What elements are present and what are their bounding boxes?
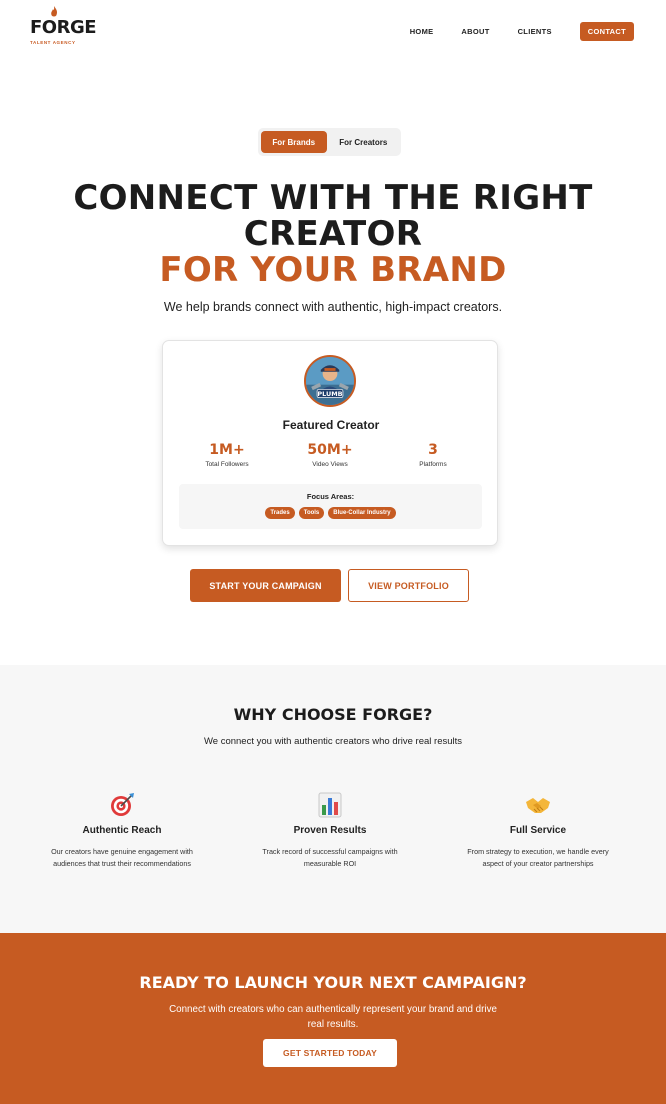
logo-wordmark: FORGE (30, 17, 97, 38)
feature-full-service: Full Service From strategy to execution,… (448, 792, 628, 870)
creator-avatar[interactable]: PLUMB (304, 355, 356, 407)
target-icon (111, 793, 134, 816)
tag-trades: Trades (265, 507, 295, 519)
avatar-badge-text: PLUMB (317, 390, 342, 398)
get-started-button[interactable]: GET STARTED TODAY (263, 1039, 397, 1067)
why-subtitle: We connect you with authentic creators w… (203, 736, 463, 747)
card-title: Featured Creator (282, 418, 380, 432)
why-choose-section: WHY CHOOSE FORGE? We connect you with au… (0, 665, 666, 933)
feature-title: Full Service (509, 825, 567, 836)
stat-label: Platforms (419, 461, 447, 468)
forge-logo[interactable]: FORGE TALENT AGENCY (30, 6, 97, 48)
hero-subtitle: We help brands connect with authentic, h… (163, 300, 503, 314)
tag-tools: Tools (298, 507, 325, 519)
stat-value: 3 (428, 442, 438, 458)
focus-areas-box: Focus Areas: Trades Tools Blue-Collar In… (179, 484, 482, 529)
hero-headline-line2: CREATOR (243, 214, 423, 254)
feature-description: From strategy to execution, we handle ev… (467, 847, 609, 868)
feature-title: Authentic Reach (82, 825, 162, 836)
nav-contact-button[interactable]: CONTACT (579, 22, 634, 41)
toggle-for-creators[interactable]: For Creators (329, 131, 398, 153)
stat-total-followers: 1M+ Total Followers (172, 441, 282, 468)
feature-title: Proven Results (293, 825, 367, 836)
audience-toggle: For Brands For Creators (258, 128, 401, 156)
nav-about[interactable]: ABOUT (461, 27, 489, 36)
feature-proven-results: Proven Results Track record of successfu… (240, 792, 420, 870)
hero-headline-accent: FOR YOUR BRAND (159, 250, 507, 290)
start-campaign-button[interactable]: START YOUR CAMPAIGN (190, 569, 341, 602)
toggle-for-brands[interactable]: For Brands (261, 131, 327, 153)
why-title: WHY CHOOSE FORGE? (233, 705, 433, 724)
stat-value: 1M+ (209, 442, 245, 458)
focus-tags: Trades Tools Blue-Collar Industry (179, 507, 482, 519)
view-portfolio-button[interactable]: VIEW PORTFOLIO (348, 569, 469, 602)
feature-description: Our creators have genuine engagement wit… (51, 847, 193, 868)
stat-value: 50M+ (307, 442, 353, 458)
focus-areas-title: Focus Areas: (306, 492, 355, 501)
stat-label: Total Followers (205, 461, 249, 468)
main-nav: HOME ABOUT CLIENTS CONTACT (410, 22, 634, 41)
feature-authentic-reach: Authentic Reach Our creators have genuin… (32, 792, 212, 870)
plumber-mascot-avatar-icon: PLUMB (306, 357, 354, 405)
stat-platforms: 3 Platforms (378, 441, 488, 468)
nav-clients[interactable]: CLIENTS (518, 27, 552, 36)
nav-home[interactable]: HOME (410, 27, 434, 36)
launch-campaign-section: READY TO LAUNCH YOUR NEXT CAMPAIGN? Conn… (0, 933, 666, 1104)
stat-video-views: 50M+ Video Views (275, 441, 385, 468)
stat-label: Video Views (312, 461, 348, 468)
hero-headline-line1: CONNECT WITH THE RIGHT (73, 178, 593, 218)
launch-title: READY TO LAUNCH YOUR NEXT CAMPAIGN? (139, 973, 527, 992)
site-header: FORGE TALENT AGENCY HOME ABOUT CLIENTS C… (0, 0, 666, 64)
tag-blue-collar: Blue-Collar Industry (328, 507, 396, 519)
featured-creator-card: PLUMB Featured Creator 1M+ Total Followe… (162, 340, 498, 546)
handshake-icon (526, 798, 550, 813)
logo-tagline: TALENT AGENCY (30, 40, 76, 45)
launch-subtitle: Connect with creators who can authentica… (169, 1004, 497, 1030)
bar-chart-icon (318, 792, 342, 818)
feature-description: Track record of successful campaigns wit… (262, 847, 398, 868)
